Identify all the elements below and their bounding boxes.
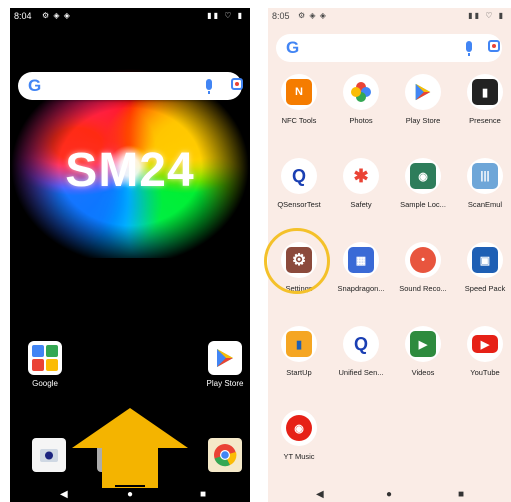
nfc-tools-icon: N: [281, 74, 317, 110]
qsensortest-icon: Q: [281, 158, 317, 194]
status-signal-wifi-battery-icons: ▮▮ ♡ ▮: [207, 11, 244, 20]
app-play-store[interactable]: Play Store: [392, 74, 454, 125]
app-photos[interactable]: Photos: [330, 74, 392, 125]
startup-icon: ▮: [281, 326, 317, 362]
app-videos[interactable]: ▶ Videos: [392, 326, 454, 377]
scanemul-icon: |||: [467, 158, 503, 194]
app-label: YT Music: [283, 452, 315, 461]
app-label: Presence: [469, 116, 501, 125]
google-folder-icon: [28, 341, 62, 375]
back-button[interactable]: ◀: [60, 489, 68, 500]
app-label: Unified Sen...: [338, 368, 384, 377]
app-label: Safety: [350, 200, 372, 209]
app-label: Google: [32, 379, 58, 388]
play-store-app[interactable]: Play Store: [203, 341, 247, 388]
home-screen: 8:04 ⚙ ◈ ◈ ▮▮ ♡ ▮ G SM24 Google Play Sto…: [10, 8, 250, 502]
app-qsensortest[interactable]: Q QSensorTest: [268, 158, 330, 209]
app-nfc-tools[interactable]: N NFC Tools: [268, 74, 330, 125]
google-lens-icon[interactable]: [231, 78, 243, 90]
sound-recorder-icon: •: [405, 242, 441, 278]
play-store-icon: [405, 74, 441, 110]
app-sound-recorder[interactable]: • Sound Reco...: [392, 242, 454, 293]
google-folder[interactable]: Google: [23, 341, 67, 388]
app-label: NFC Tools: [281, 116, 317, 125]
app-snapdragon[interactable]: ▦ Snapdragon...: [330, 242, 392, 293]
status-bar: 8:04 ⚙ ◈ ◈ ▮▮ ♡ ▮: [10, 8, 250, 24]
home-button[interactable]: ●: [386, 489, 392, 500]
app-label: Speed Pack: [464, 284, 506, 293]
navigation-bar: ◀ ● ■: [268, 488, 511, 502]
google-g-icon: G: [286, 38, 300, 57]
app-label: QSensorTest: [277, 200, 321, 209]
chrome-icon[interactable]: [208, 438, 242, 472]
youtube-icon: ▶: [467, 326, 503, 362]
status-time: 8:05: [272, 11, 290, 21]
google-search-bar[interactable]: G: [276, 34, 502, 62]
app-label: Sample Loc...: [400, 200, 446, 209]
app-yt-music[interactable]: ◉ YT Music: [268, 410, 330, 461]
sample-loc-icon: ◉: [405, 158, 441, 194]
mic-icon[interactable]: [206, 79, 212, 94]
app-startup[interactable]: ▮ StartUp: [268, 326, 330, 377]
status-notification-icons: ⚙ ◈ ◈: [298, 11, 327, 20]
app-label: Snapdragon...: [337, 284, 385, 293]
app-label: Videos: [411, 368, 435, 377]
app-presence[interactable]: ▮ Presence: [454, 74, 511, 125]
status-bar: 8:05 ⚙ ◈ ◈ ▮▮ ♡ ▮: [268, 8, 511, 24]
google-search-bar[interactable]: G: [18, 72, 243, 100]
unified-sensor-icon: Q: [343, 326, 379, 362]
google-lens-icon[interactable]: [488, 40, 500, 52]
mic-icon[interactable]: [466, 41, 472, 56]
app-label: ScanEmul: [467, 200, 503, 209]
videos-icon: ▶: [405, 326, 441, 362]
status-time: 8:04: [14, 11, 32, 21]
recents-button[interactable]: ■: [458, 489, 464, 500]
presence-icon: ▮: [467, 74, 503, 110]
home-button[interactable]: ●: [127, 489, 133, 500]
app-label: YouTube: [470, 368, 500, 377]
app-label: Photos: [349, 116, 373, 125]
speed-pack-icon: ▣: [467, 242, 503, 278]
settings-highlight-circle: [264, 228, 330, 294]
app-scanemul[interactable]: ||| ScanEmul: [454, 158, 511, 209]
app-youtube[interactable]: ▶ YouTube: [454, 326, 511, 377]
google-g-icon: G: [28, 76, 42, 95]
snapdragon-icon: ▦: [343, 242, 379, 278]
app-safety[interactable]: ✱ Safety: [330, 158, 392, 209]
status-signal-wifi-battery-icons: ▮▮ ♡ ▮: [468, 11, 505, 20]
app-speed-pack[interactable]: ▣ Speed Pack: [454, 242, 511, 293]
app-label: Play Store: [405, 116, 441, 125]
app-label: StartUp: [286, 368, 312, 377]
app-unified-sensor[interactable]: Q Unified Sen...: [330, 326, 392, 377]
app-sample-loc[interactable]: ◉ Sample Loc...: [392, 158, 454, 209]
recents-button[interactable]: ■: [200, 489, 206, 500]
back-button[interactable]: ◀: [316, 489, 324, 500]
photos-icon: [343, 74, 379, 110]
app-label: Play Store: [206, 379, 244, 388]
yt-music-icon: ◉: [281, 410, 317, 446]
status-notification-icons: ⚙ ◈ ◈: [42, 11, 71, 20]
navigation-bar: ◀ ● ■: [10, 488, 250, 502]
app-label: Sound Reco...: [399, 284, 447, 293]
wallpaper-brand-text: SM24: [65, 144, 195, 197]
safety-icon: ✱: [343, 158, 379, 194]
camera-icon[interactable]: [32, 438, 66, 472]
play-store-icon: [208, 341, 242, 375]
